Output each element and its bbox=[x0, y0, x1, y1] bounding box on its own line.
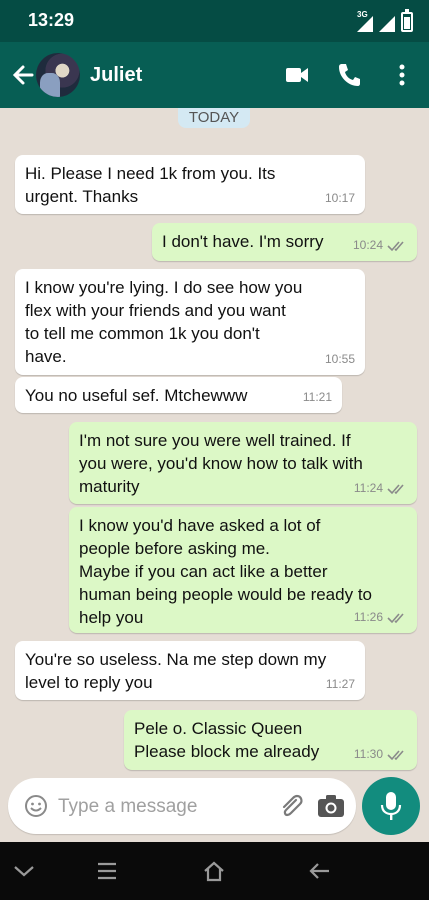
message-bubble-outgoing[interactable]: I know you'd have asked a lot of people … bbox=[69, 507, 417, 633]
read-ticks-icon bbox=[387, 240, 404, 251]
message-meta: 11:24 bbox=[354, 477, 407, 500]
date-divider: TODAY bbox=[178, 108, 250, 128]
contact-name[interactable]: Juliet bbox=[90, 64, 142, 87]
avatar[interactable] bbox=[36, 53, 80, 97]
message-meta: 11:26 bbox=[354, 606, 407, 629]
message-composer bbox=[8, 778, 356, 834]
message-text: Hi. Please I need 1k from you. Its urgen… bbox=[25, 164, 276, 206]
message-bubble-outgoing[interactable]: I'm not sure you were well trained. If y… bbox=[69, 422, 417, 504]
message-meta: 10:24 bbox=[353, 234, 407, 257]
message-bubble-incoming[interactable]: You're so useless. Na me step down my le… bbox=[15, 641, 365, 700]
message-text: You no useful sef. Mtchewww bbox=[25, 386, 248, 405]
mic-icon bbox=[380, 792, 402, 820]
system-nav-bar bbox=[0, 842, 429, 900]
back-arrow-icon[interactable] bbox=[10, 60, 36, 90]
attach-icon[interactable] bbox=[278, 792, 304, 820]
network-type-label: 3G bbox=[357, 10, 368, 19]
message-text: You're so useless. Na me step down my le… bbox=[25, 650, 327, 692]
message-meta: 10:17 bbox=[325, 187, 355, 210]
message-time: 10:17 bbox=[324, 191, 355, 205]
message-bubble-incoming[interactable]: You no useful sef. Mtchewww 11:21 bbox=[15, 377, 342, 413]
message-input[interactable] bbox=[56, 792, 270, 822]
nav-collapse-icon[interactable] bbox=[12, 860, 36, 882]
nav-menu-icon[interactable] bbox=[95, 860, 119, 882]
nav-home-icon[interactable] bbox=[202, 860, 226, 882]
message-time: 10:24 bbox=[352, 238, 383, 252]
video-call-icon[interactable] bbox=[285, 64, 309, 86]
message-meta: 11:21 bbox=[303, 386, 332, 409]
nav-back-icon[interactable] bbox=[308, 860, 332, 882]
battery-icon bbox=[401, 9, 413, 32]
message-time: 11:24 bbox=[353, 481, 383, 495]
message-time: 11:27 bbox=[325, 677, 355, 691]
more-vert-icon[interactable] bbox=[392, 62, 412, 88]
message-bubble-incoming[interactable]: I know you're lying. I do see how you fl… bbox=[15, 269, 365, 375]
read-ticks-icon bbox=[387, 749, 404, 760]
signal-icon-2 bbox=[379, 16, 395, 32]
read-ticks-icon bbox=[387, 483, 404, 494]
message-meta: 11:30 bbox=[354, 743, 407, 766]
status-time: 13:29 bbox=[28, 10, 75, 30]
message-bubble-outgoing[interactable]: Pele o. Classic Queen Please block me al… bbox=[124, 710, 417, 770]
voice-record-button[interactable] bbox=[362, 777, 420, 835]
message-time: 11:30 bbox=[353, 747, 383, 761]
status-icons: 3G bbox=[357, 9, 413, 32]
emoji-icon[interactable] bbox=[24, 794, 48, 818]
message-bubble-incoming[interactable]: Hi. Please I need 1k from you. Its urgen… bbox=[15, 155, 365, 214]
chat-area[interactable]: TODAY Hi. Please I need 1k from you. Its… bbox=[0, 108, 429, 776]
phone-icon[interactable] bbox=[337, 62, 361, 88]
message-meta: 10:55 bbox=[325, 348, 355, 371]
message-time: 10:55 bbox=[324, 352, 355, 366]
message-text: I know you're lying. I do see how you fl… bbox=[25, 278, 303, 366]
camera-icon[interactable] bbox=[317, 794, 345, 818]
message-meta: 11:27 bbox=[326, 673, 355, 696]
status-bar: 13:29 3G bbox=[0, 0, 429, 42]
signal-icon: 3G bbox=[357, 10, 373, 32]
read-ticks-icon bbox=[387, 612, 404, 623]
chat-header: Juliet bbox=[0, 42, 429, 108]
message-time: 11:26 bbox=[353, 610, 383, 624]
message-bubble-outgoing[interactable]: I don't have. I'm sorry 10:24 bbox=[152, 223, 417, 261]
message-time: 11:21 bbox=[302, 390, 332, 404]
